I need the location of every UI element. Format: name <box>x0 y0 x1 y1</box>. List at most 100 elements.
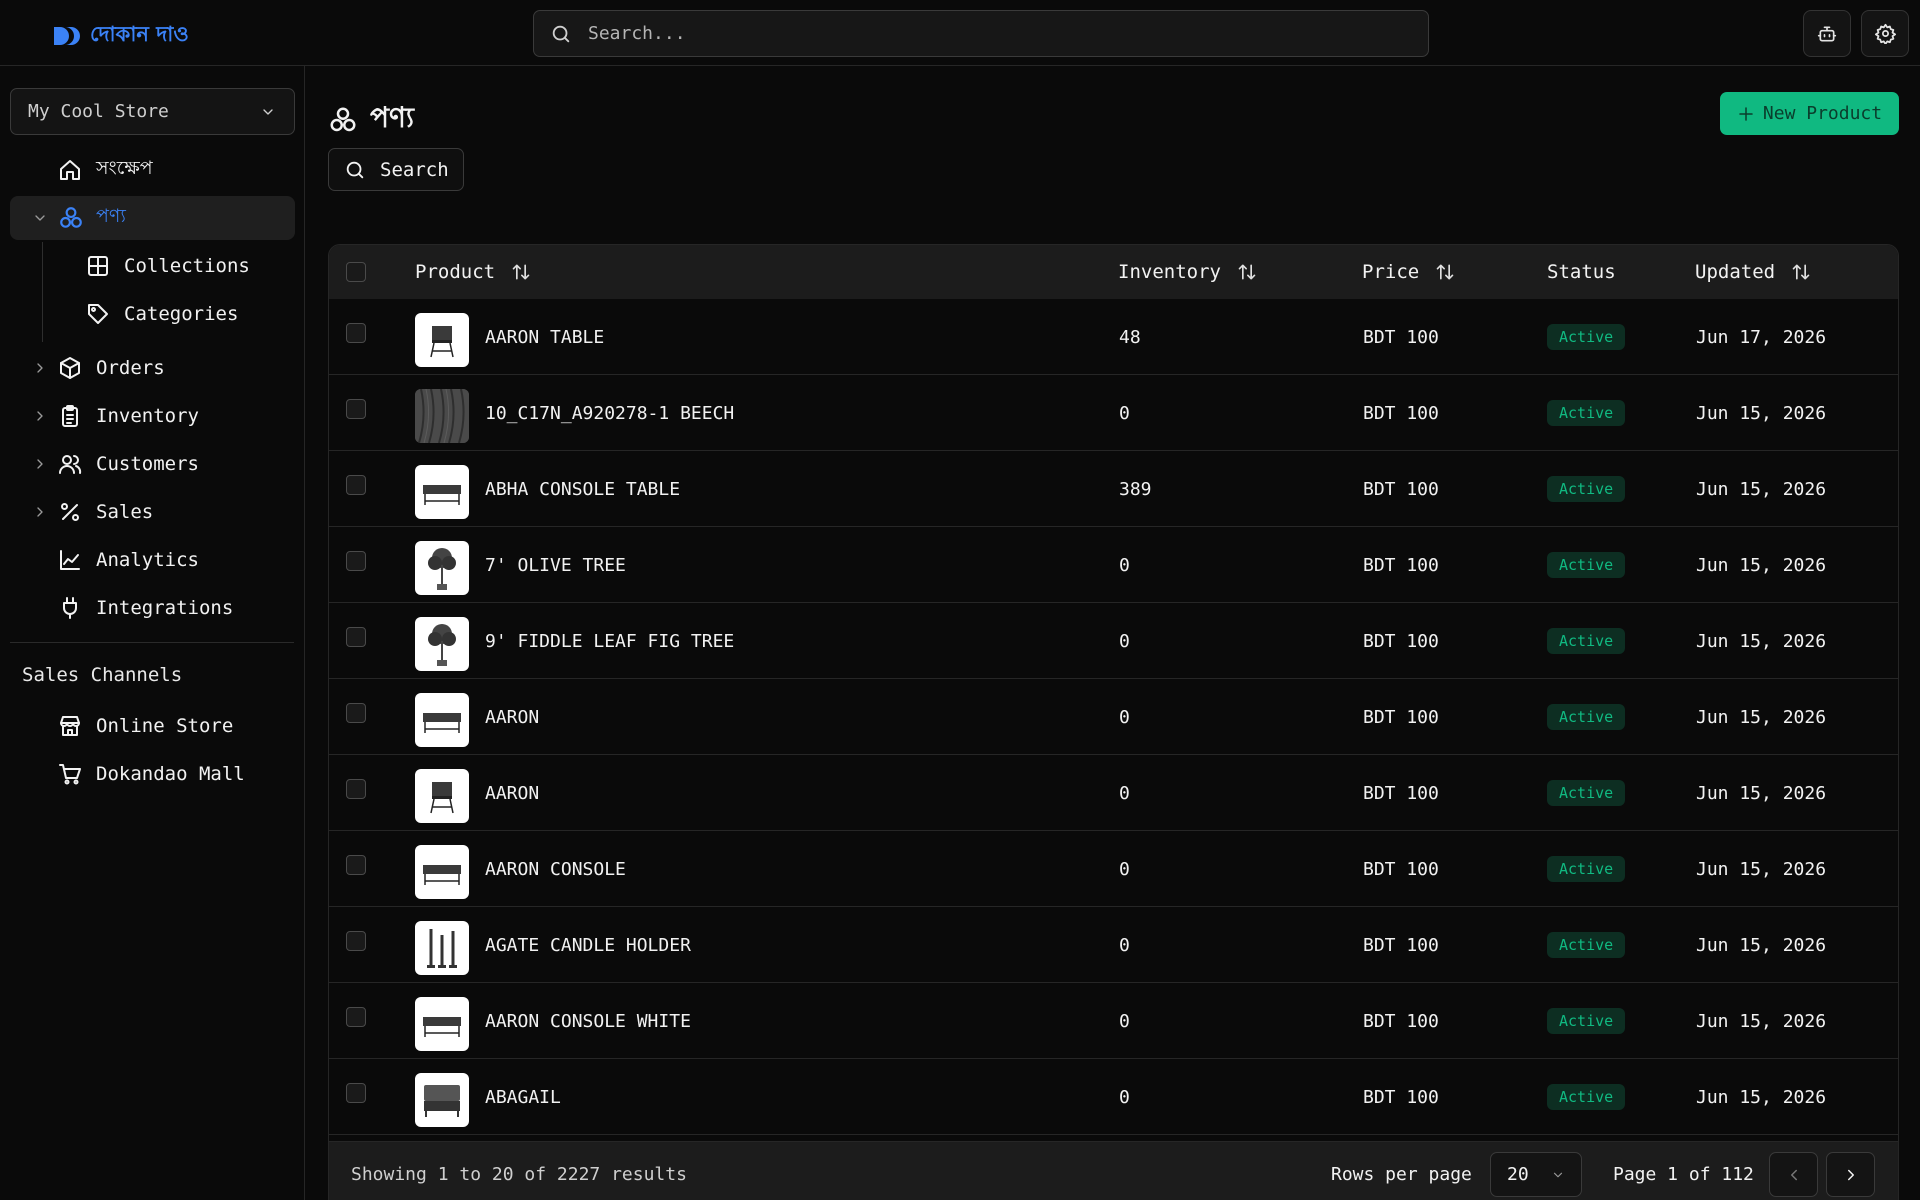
previous-page-button[interactable] <box>1769 1152 1818 1197</box>
sidebar-item-inventory[interactable]: Inventory <box>10 394 295 438</box>
inventory-value: 0 <box>1119 1010 1130 1032</box>
search-button[interactable]: Search <box>328 148 464 191</box>
table-row[interactable]: AARON CONSOLE 0 BDT 100 Active Jun 15, 2026 <box>329 831 1898 907</box>
row-checkbox[interactable] <box>346 1007 366 1027</box>
sidebar-item-overview[interactable]: সংক্ষেপ <box>10 148 295 192</box>
select-all-checkbox[interactable] <box>346 262 366 282</box>
inventory-value: 0 <box>1119 402 1130 424</box>
sidebar-item-online-store[interactable]: Online Store <box>10 704 295 748</box>
table-row[interactable]: AARON TABLE 48 BDT 100 Active Jun 17, 2026 <box>329 299 1898 375</box>
inventory-value: 0 <box>1119 1086 1130 1108</box>
inventory-value: 0 <box>1119 858 1130 880</box>
sidebar-item-dokandao-mall[interactable]: Dokandao Mall <box>10 752 295 796</box>
updated-date: Jun 15, 2026 <box>1696 1086 1827 1108</box>
rows-per-page-label: Rows per page <box>1331 1163 1472 1185</box>
column-header-price[interactable]: Price <box>1362 245 1455 299</box>
sidebar-item-label: Analytics <box>96 549 199 571</box>
status-badge: Active <box>1547 932 1626 958</box>
product-name[interactable]: AARON <box>485 679 539 755</box>
products-icon <box>330 107 356 131</box>
sidebar-item-customers[interactable]: Customers <box>10 442 295 486</box>
product-thumbnail <box>415 769 469 823</box>
inventory-value: 0 <box>1119 630 1130 652</box>
product-name[interactable]: AARON TABLE <box>485 299 604 375</box>
row-checkbox[interactable] <box>346 703 366 723</box>
product-thumbnail <box>415 389 469 443</box>
settings-button[interactable] <box>1861 10 1909 57</box>
product-name[interactable]: AARON CONSOLE <box>485 831 626 907</box>
table-row[interactable]: ABAGAIL 0 BDT 100 Active Jun 15, 2026 <box>329 1059 1898 1135</box>
column-header-product[interactable]: Product <box>415 245 531 299</box>
rows-per-page-select[interactable]: 20 <box>1490 1152 1582 1197</box>
table-row[interactable]: AARON 0 BDT 100 Active Jun 15, 2026 <box>329 679 1898 755</box>
row-checkbox[interactable] <box>346 399 366 419</box>
product-name[interactable]: ABHA CONSOLE TABLE <box>485 451 680 527</box>
product-name[interactable]: 7' OLIVE TREE <box>485 527 626 603</box>
price-value: BDT 100 <box>1363 554 1439 576</box>
status-badge: Active <box>1547 704 1626 730</box>
column-header-inventory[interactable]: Inventory <box>1118 245 1257 299</box>
product-name[interactable]: 9' FIDDLE LEAF FIG TREE <box>485 603 734 679</box>
page-header: পণ্য <box>328 96 414 143</box>
status-cell: Active <box>1547 755 1626 831</box>
sidebar-item-orders[interactable]: Orders <box>10 346 295 390</box>
row-checkbox[interactable] <box>346 551 366 571</box>
sidebar-item-sales[interactable]: Sales <box>10 490 295 534</box>
product-name[interactable]: AARON CONSOLE WHITE <box>485 983 691 1059</box>
row-checkbox[interactable] <box>346 627 366 647</box>
status-badge: Active <box>1547 400 1626 426</box>
row-checkbox[interactable] <box>346 779 366 799</box>
sidebar-item-label: Dokandao Mall <box>96 763 245 785</box>
sidebar-item-integrations[interactable]: Integrations <box>10 586 295 630</box>
table-row[interactable]: 9' FIDDLE LEAF FIG TREE 0 BDT 100 Active Jun… <box>329 603 1898 679</box>
sidebar-item-label: Collections <box>124 255 250 277</box>
updated-date: Jun 15, 2026 <box>1696 1010 1827 1032</box>
table-row[interactable]: 10_C17N_A920278-1 BEECH 0 BDT 100 Active Jun… <box>329 375 1898 451</box>
new-product-button[interactable]: New Product <box>1720 92 1899 135</box>
price-value: BDT 100 <box>1363 706 1439 728</box>
inventory-value: 0 <box>1119 554 1130 576</box>
status-cell: Active <box>1547 831 1626 907</box>
sidebar-divider <box>10 642 294 643</box>
updated-date: Jun 17, 2026 <box>1696 326 1827 348</box>
status-cell: Active <box>1547 451 1626 527</box>
table-row[interactable]: AARON 0 BDT 100 Active Jun 15, 2026 <box>329 755 1898 831</box>
row-checkbox[interactable] <box>346 1083 366 1103</box>
table-row[interactable]: AGATE CANDLE HOLDER 0 BDT 100 Active Jun 15,… <box>329 907 1898 983</box>
sidebar-item-collections[interactable]: Collections <box>10 244 295 288</box>
product-name[interactable]: AARON <box>485 755 539 831</box>
row-checkbox[interactable] <box>346 931 366 951</box>
store-selector[interactable]: My Cool Store <box>10 88 295 135</box>
global-search-input[interactable] <box>588 23 1388 44</box>
new-product-label: New Product <box>1762 103 1883 124</box>
table-row[interactable]: ABHA CONSOLE TABLE 389 BDT 100 Active Jun 15… <box>329 451 1898 527</box>
sidebar-item-analytics[interactable]: Analytics <box>10 538 295 582</box>
sidebar-item-categories[interactable]: Categories <box>10 292 295 336</box>
row-checkbox[interactable] <box>346 855 366 875</box>
plug-icon <box>63 597 77 619</box>
table-row[interactable]: 7' OLIVE TREE 0 BDT 100 Active Jun 15, 2026 <box>329 527 1898 603</box>
grid-icon <box>88 256 108 276</box>
tag-icon <box>88 304 108 324</box>
product-name[interactable]: AGATE CANDLE HOLDER <box>485 907 691 983</box>
home-icon <box>60 160 80 180</box>
status-badge: Active <box>1547 476 1626 502</box>
sidebar-item-products[interactable]: পণ্য <box>10 196 295 240</box>
global-search[interactable] <box>533 10 1429 57</box>
users-icon <box>59 455 82 474</box>
next-page-button[interactable] <box>1826 1152 1875 1197</box>
status-cell: Active <box>1547 679 1626 755</box>
row-checkbox[interactable] <box>346 475 366 495</box>
chevron-down-icon <box>35 215 45 221</box>
assistant-button[interactable] <box>1803 10 1851 57</box>
app-logo[interactable]: দোকান দাও <box>52 18 189 53</box>
updated-date: Jun 15, 2026 <box>1696 554 1827 576</box>
product-name[interactable]: ABAGAIL <box>485 1059 561 1135</box>
chevron-right-icon <box>37 507 43 517</box>
updated-date: Jun 15, 2026 <box>1696 782 1827 804</box>
row-checkbox[interactable] <box>346 323 366 343</box>
column-header-updated[interactable]: Updated <box>1695 245 1811 299</box>
table-row[interactable]: AARON CONSOLE WHITE 0 BDT 100 Active Jun 15,… <box>329 983 1898 1059</box>
chart-line-icon <box>60 550 80 570</box>
product-name[interactable]: 10_C17N_A920278-1 BEECH <box>485 375 734 451</box>
